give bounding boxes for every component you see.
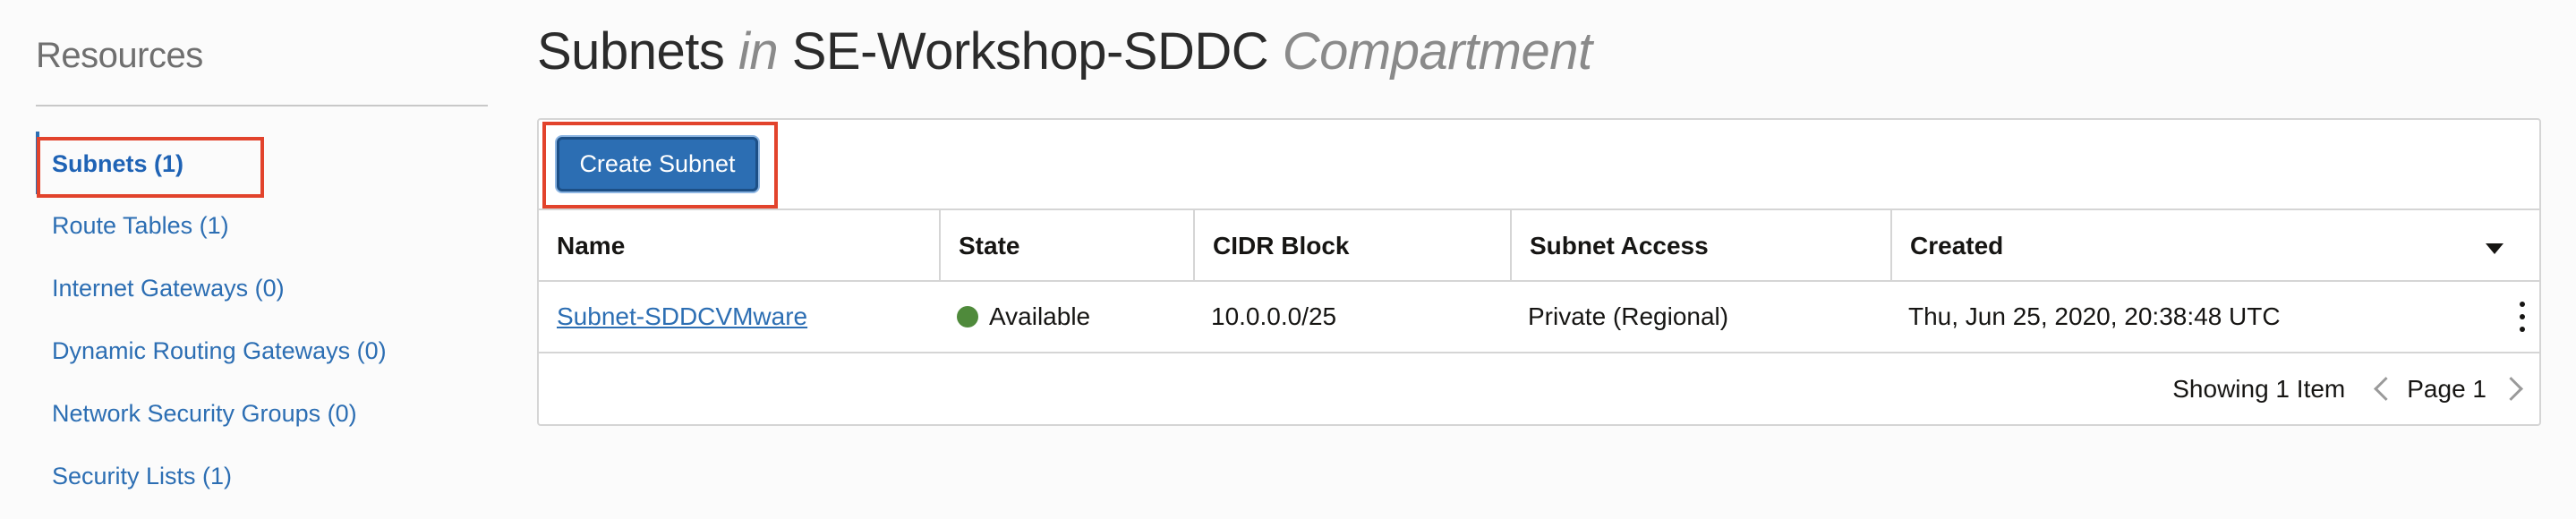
column-header-created[interactable]: Created	[1890, 210, 2539, 282]
cell-created: Thu, Jun 25, 2020, 20:38:48 UTC	[1908, 302, 2281, 330]
compartment-label: Compartment	[1282, 22, 1592, 81]
column-header-subnet-access[interactable]: Subnet Access	[1510, 210, 1890, 282]
sidebar-item-network-security-groups[interactable]: Network Security Groups (0)	[52, 400, 357, 428]
cell-state: Available	[939, 282, 1193, 352]
table-footer: Showing 1 Item Page 1	[539, 353, 2539, 424]
next-page-button[interactable]	[2486, 377, 2539, 401]
page-title-in: in	[738, 22, 779, 81]
chevron-left-icon	[2374, 377, 2399, 401]
showing-count: Showing 1 Item	[2172, 374, 2346, 403]
cell-cidr: 10.0.0.0/25	[1211, 302, 1337, 330]
sidebar-item-route-tables[interactable]: Route Tables (1)	[52, 212, 229, 240]
column-header-cidr[interactable]: CIDR Block	[1193, 210, 1510, 282]
prev-page-button[interactable]	[2374, 377, 2407, 401]
row-actions-kebab-icon[interactable]	[2518, 302, 2527, 332]
compartment-name: SE-Workshop-SDDC	[791, 22, 1269, 81]
column-header-created-label: Created	[1910, 232, 2004, 260]
column-header-state[interactable]: State	[939, 210, 1193, 282]
page-indicator: Page 1	[2407, 374, 2486, 403]
create-subnet-button[interactable]: Create Subnet	[557, 137, 758, 191]
table-row: Subnet-SDDCVMware Available 10.0.0.0/25 …	[539, 282, 2539, 353]
column-header-name[interactable]: Name	[539, 210, 939, 282]
sidebar-item-dynamic-routing-gateways[interactable]: Dynamic Routing Gateways (0)	[52, 337, 387, 365]
sidebar-item-security-lists[interactable]: Security Lists (1)	[52, 463, 232, 490]
page-title-resource: Subnets	[537, 22, 725, 81]
status-available-icon	[957, 306, 978, 328]
state-text: Available	[989, 302, 1091, 330]
table-header: Name State CIDR Block Subnet Access Crea…	[539, 208, 2539, 282]
sort-dropdown-icon[interactable]	[2486, 243, 2503, 254]
sidebar-item-internet-gateways[interactable]: Internet Gateways (0)	[52, 275, 285, 302]
resources-divider	[36, 105, 488, 106]
cell-subnet-access: Private (Regional)	[1528, 302, 1729, 330]
resources-title: Resources	[36, 36, 203, 75]
cell-name: Subnet-SDDCVMware	[539, 282, 939, 352]
page-title: Subnets in SE-Workshop-SDDC Compartment	[537, 21, 1592, 81]
subnet-name-link[interactable]: Subnet-SDDCVMware	[557, 302, 807, 331]
sidebar-item-subnets[interactable]: Subnets (1)	[52, 150, 183, 178]
chevron-right-icon	[2499, 377, 2523, 401]
